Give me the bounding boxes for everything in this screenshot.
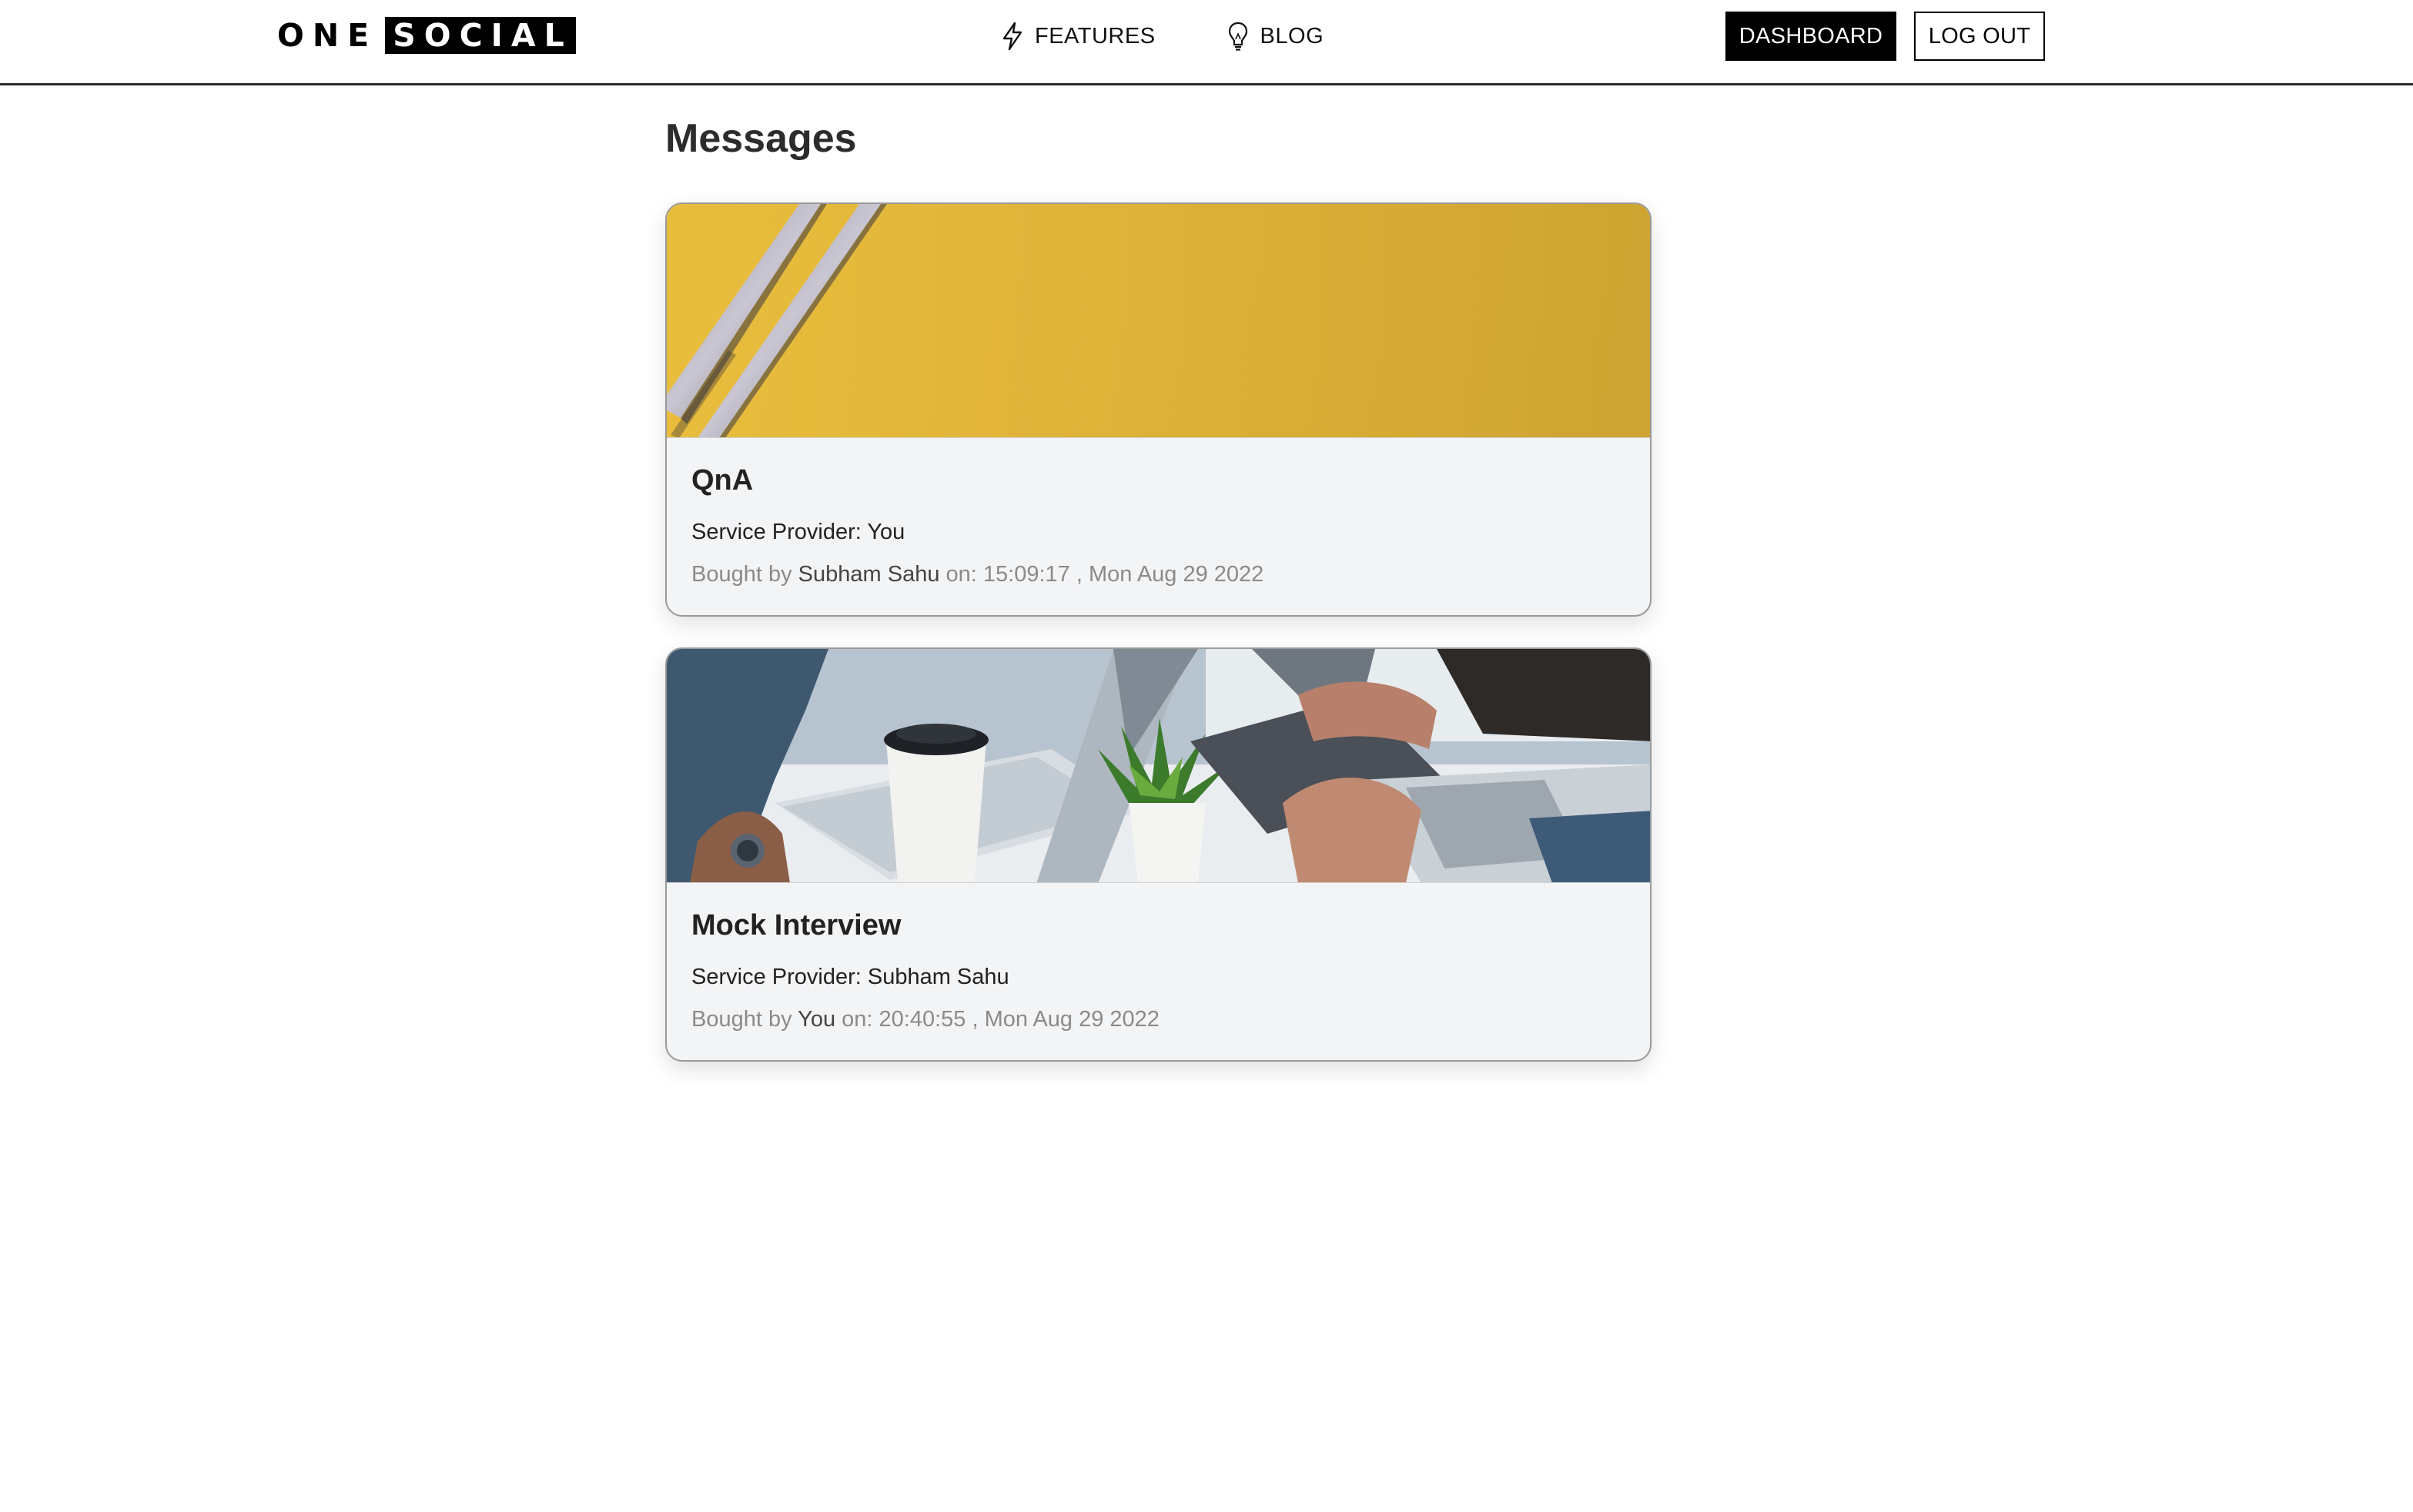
dashboard-button[interactable]: DASHBOARD: [1725, 12, 1896, 61]
logo-one: ONE: [277, 17, 378, 54]
nav-features-label: FEATURES: [1035, 23, 1156, 49]
service-provider-label: Service Provider:: [691, 965, 868, 989]
nav-links: FEATURES BLOG: [1001, 20, 1324, 52]
buyer-name: You: [798, 1007, 836, 1032]
logout-button[interactable]: LOG OUT: [1914, 12, 2045, 61]
lightning-icon: [1002, 22, 1022, 51]
logo-social: SOCIAL: [385, 17, 576, 54]
card-image: [667, 204, 1650, 438]
bought-info: Bought by Subham Sahu on: 15:09:17 , Mon…: [691, 562, 1263, 587]
card-image: [667, 649, 1650, 883]
logo[interactable]: ONE SOCIAL: [277, 17, 576, 54]
nav-blog-label: BLOG: [1260, 23, 1324, 49]
bought-prefix: Bought by: [691, 562, 798, 587]
card-title: QnA: [691, 464, 754, 497]
service-provider-name: You: [867, 520, 905, 544]
lightbulb-icon: [1228, 22, 1247, 51]
bought-prefix: Bought by: [691, 1007, 798, 1032]
message-card[interactable]: QnA Service Provider: You Bought by Subh…: [665, 202, 1652, 617]
nav-blog-link[interactable]: BLOG: [1227, 20, 1324, 52]
card-title: Mock Interview: [691, 909, 902, 942]
yellow-paper-pencils-photo: [667, 204, 1650, 437]
bought-time: on: 20:40:55 , Mon Aug 29 2022: [835, 1007, 1160, 1032]
service-provider-name: Subham Sahu: [867, 965, 1009, 989]
page-title: Messages: [665, 116, 857, 161]
service-provider: Service Provider: Subham Sahu: [691, 965, 1009, 990]
desk-laptop-coffee-photo: [667, 649, 1650, 882]
service-provider: Service Provider: You: [691, 520, 905, 545]
bought-info: Bought by You on: 20:40:55 , Mon Aug 29 …: [691, 1007, 1160, 1032]
buyer-name: Subham Sahu: [798, 562, 940, 587]
navbar: ONE SOCIAL FEATURES BLOG DASHBOARD LOG O…: [0, 0, 2413, 85]
bought-time: on: 15:09:17 , Mon Aug 29 2022: [939, 562, 1264, 587]
message-card[interactable]: Mock Interview Service Provider: Subham …: [665, 647, 1652, 1062]
service-provider-label: Service Provider:: [691, 520, 868, 544]
nav-features-link[interactable]: FEATURES: [1001, 20, 1156, 52]
